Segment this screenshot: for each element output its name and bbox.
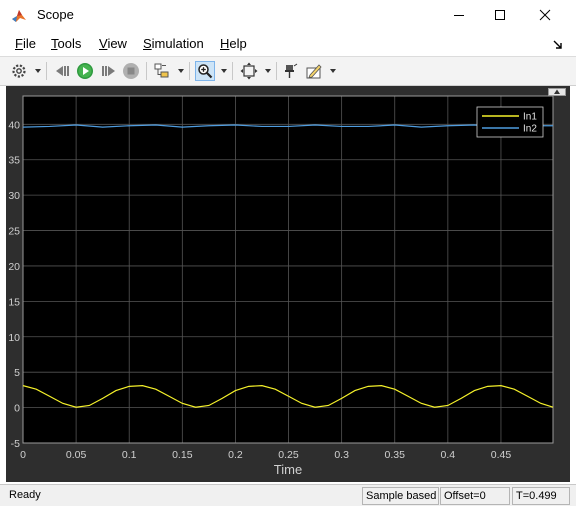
time-indicator: T=0.499 [512,487,570,505]
sample-mode-indicator: Sample based [362,487,439,505]
legend-label-in2: In2 [523,124,537,135]
x-axis-label: Time [274,462,302,477]
y-tick-label: 20 [8,261,20,273]
x-tick-label: 0.4 [441,449,456,461]
x-tick-label: 0.25 [278,449,299,461]
scope-plot[interactable]: 0 0.05 0.1 0.15 0.2 0.25 0.3 0.35 0.4 0.45-505101… [0,0,576,484]
y-tick-label: 35 [8,155,20,167]
y-tick-label: 10 [8,332,20,344]
x-tick-label: 0.3 [334,449,349,461]
legend-label-in1: In1 [523,112,537,123]
x-tick-label: 0.05 [66,449,87,461]
x-tick-label: 0.2 [228,449,243,461]
y-tick-label: 0 [14,403,20,415]
collapse-button[interactable] [548,88,566,96]
y-tick-label: 15 [8,296,20,308]
x-tick-label: 0.45 [491,449,512,461]
x-tick-label: 0.35 [385,449,406,461]
status-text: Ready [9,489,41,501]
y-tick-label: 25 [8,226,20,238]
y-tick-label: 30 [8,190,20,202]
y-tick-label: 40 [8,119,20,131]
y-tick-label: -5 [11,438,20,450]
x-tick-label: 0 [20,449,26,461]
y-tick-label: 5 [14,367,20,379]
x-tick-label: 0.1 [122,449,137,461]
status-bar: Ready Sample based Offset=0 T=0.499 [0,484,576,506]
offset-indicator: Offset=0 [440,487,510,505]
x-tick-label: 0.15 [172,449,193,461]
